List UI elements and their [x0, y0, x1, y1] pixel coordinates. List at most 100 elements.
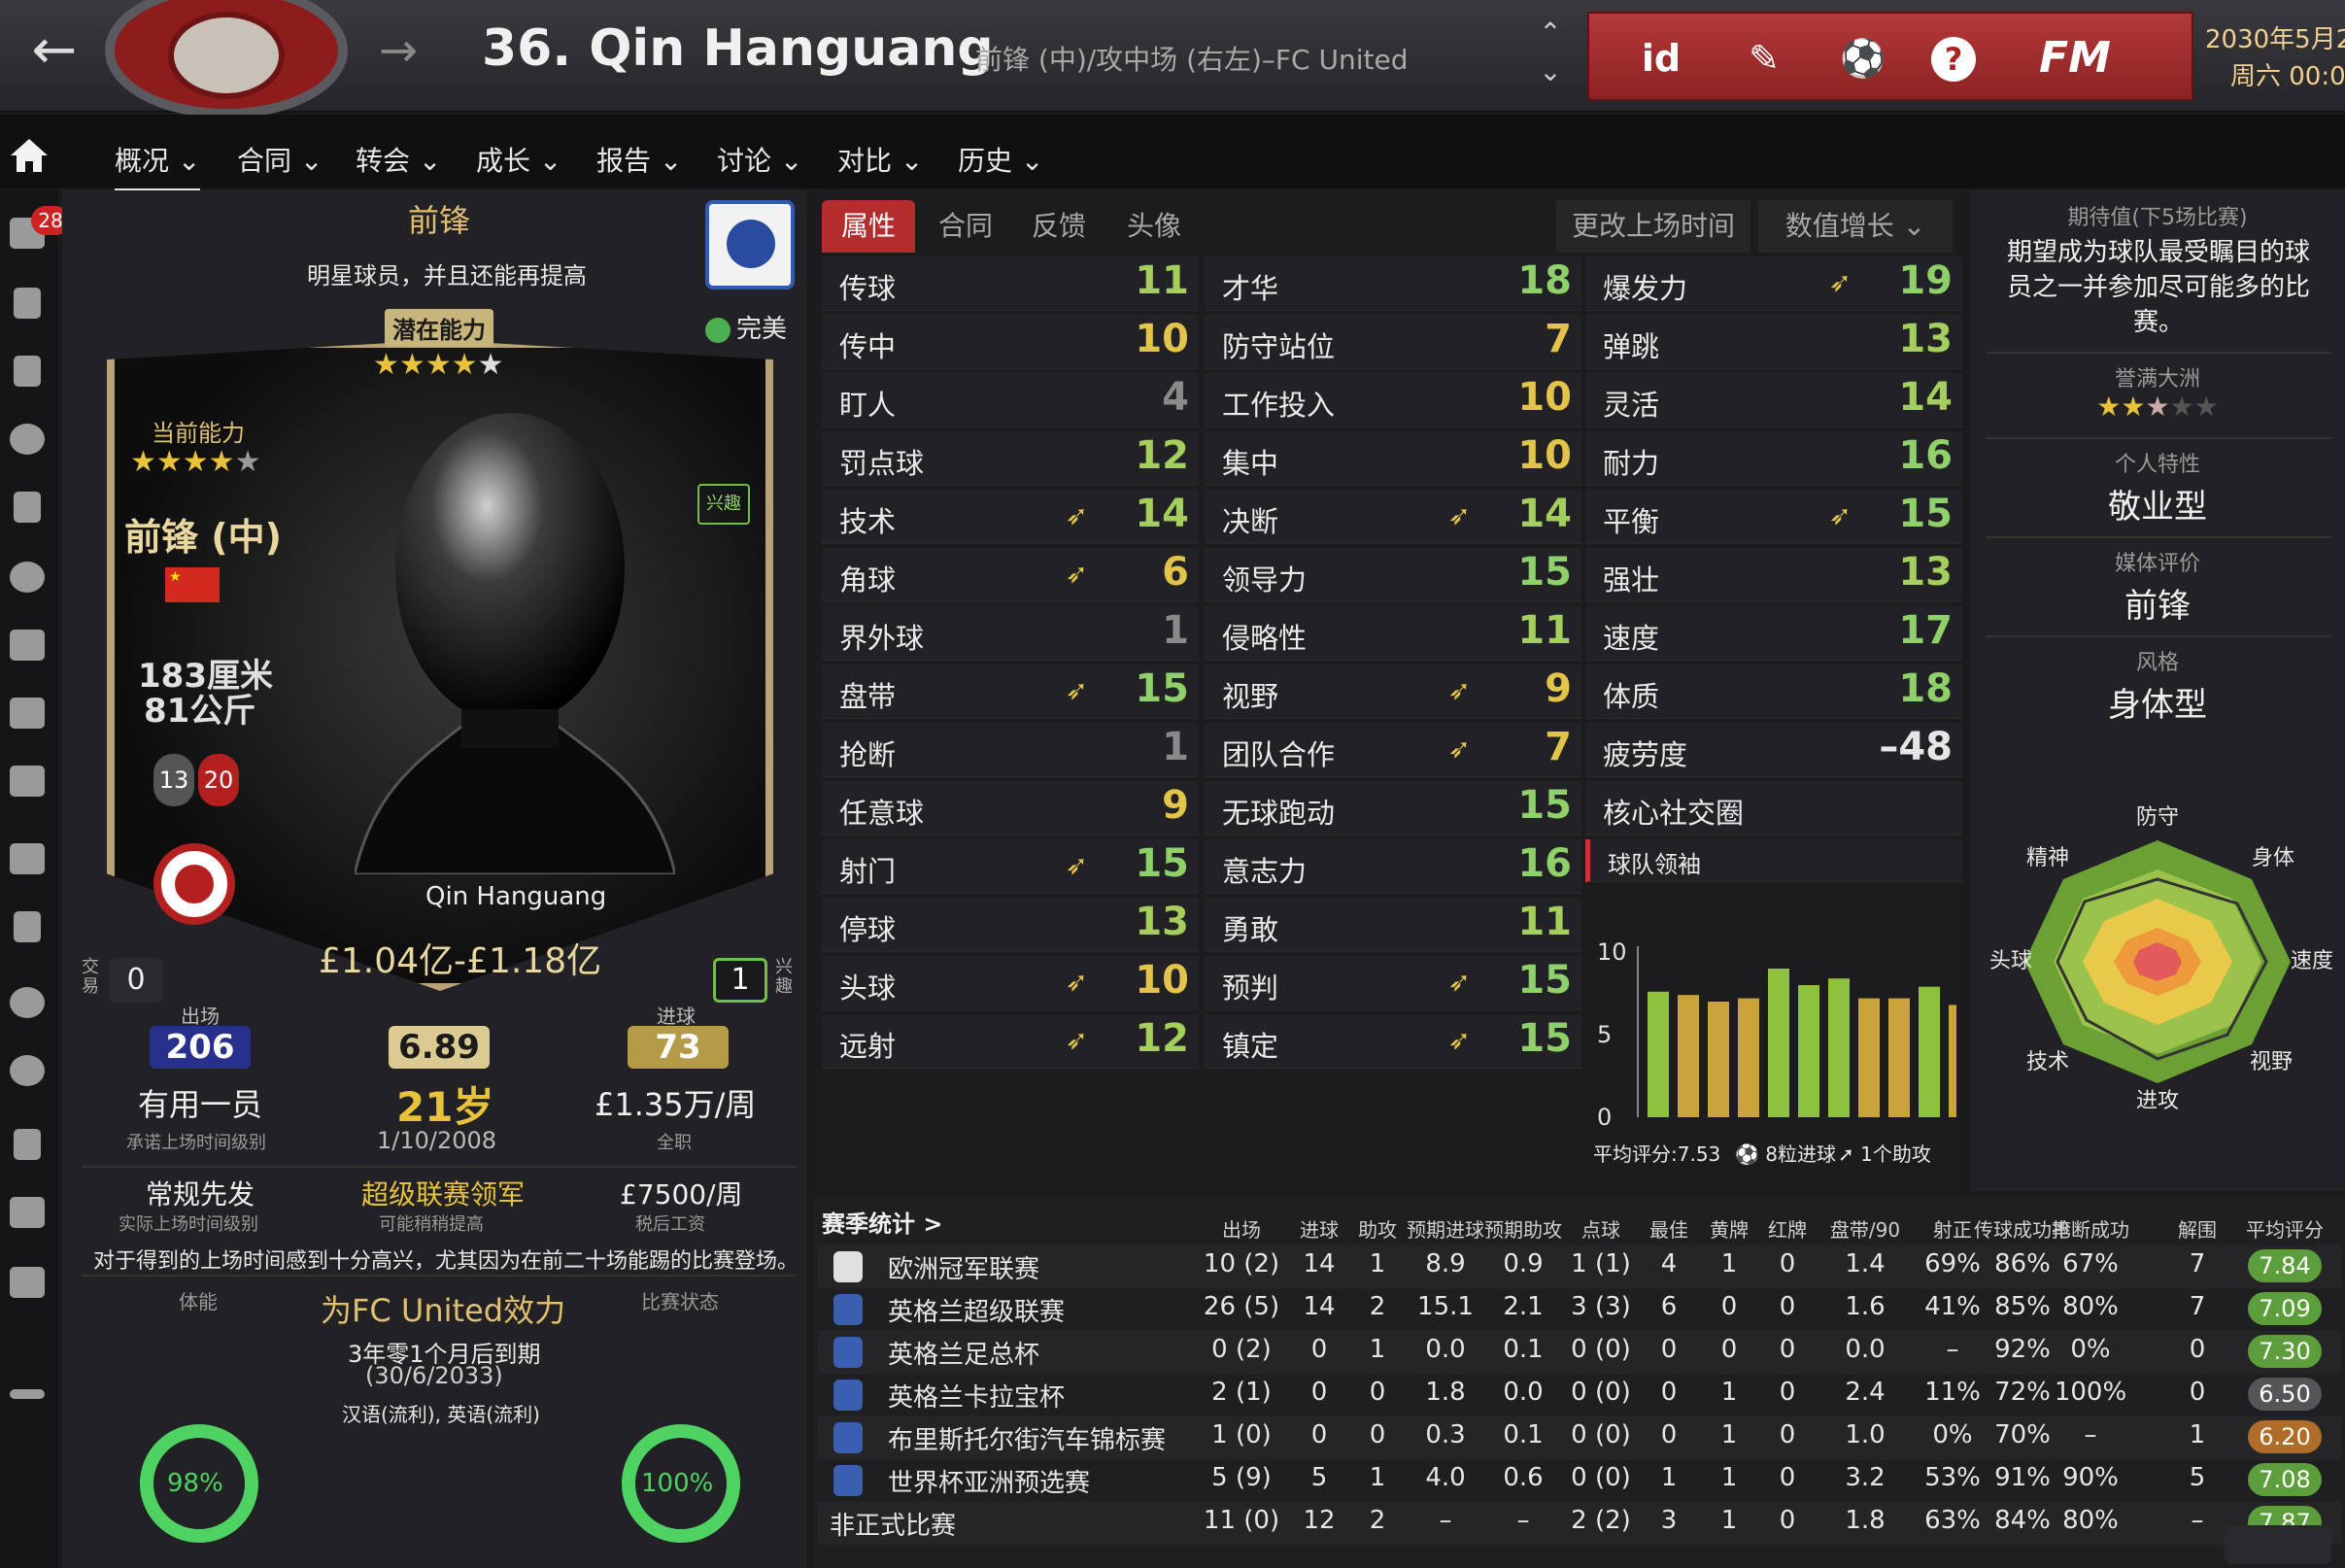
attribute-row[interactable]: 远射 12 ➶ [822, 1014, 1199, 1069]
tab-reports[interactable]: 报告 ⌄ [596, 140, 682, 179]
whistle-icon[interactable]: ⚽ [1834, 29, 1892, 87]
attribute-row[interactable]: 侵略性 11 [1205, 606, 1581, 661]
attribute-row[interactable]: 灵活 14 [1585, 373, 1962, 427]
attribute-row[interactable]: 罚点球 12 [822, 431, 1199, 486]
attribute-row[interactable]: 技术 14 ➶ [822, 490, 1199, 544]
player-subtitle[interactable]: 前锋 (中)/攻中场 (右左)–FC United [975, 39, 1409, 78]
trophy-icon[interactable] [14, 911, 41, 942]
table-row[interactable]: 世界杯亚洲预选赛 5 (9) 5 1 4.0 0.6 0 (0) 1 1 0 3.2 53% 91% 90… [818, 1459, 2341, 1502]
chevron-down-icon[interactable]: ⌄ [1531, 52, 1570, 91]
table-row[interactable]: 布里斯托尔街汽车锦标赛 1 (0) 0 0 0.3 0.1 0 (0) 0 1 0 1.0 0% 70%… [818, 1416, 2341, 1459]
attribute-row[interactable]: 意志力 16 [1205, 839, 1581, 894]
trait-item[interactable]: 球队领袖 [1585, 839, 1962, 882]
tab-contract-sub[interactable]: 合同 [919, 200, 1012, 253]
tab-feedback[interactable]: 反馈 [1012, 200, 1105, 253]
attribute-row[interactable]: 无球跑动 15 [1205, 781, 1581, 835]
attribute-name: 集中 [1222, 447, 1279, 480]
attribute-row[interactable]: 勇敢 11 [1205, 898, 1581, 952]
squad-icon[interactable] [14, 288, 41, 319]
tab-attributes[interactable]: 属性 [822, 200, 915, 253]
search-icon[interactable] [10, 987, 45, 1018]
apps-value: 206 [150, 1026, 251, 1069]
growth-dropdown[interactable]: 数值增长 ⌄ [1758, 200, 1953, 253]
attribute-row[interactable]: 集中 10 [1205, 431, 1581, 486]
attribute-row[interactable]: 预判 15 ➶ [1205, 956, 1581, 1010]
trend-icon[interactable] [10, 1389, 45, 1399]
club-badge-icon[interactable] [705, 200, 795, 290]
attribute-row[interactable]: 射门 15 ➶ [822, 839, 1199, 894]
tab-transfer[interactable]: 转会 ⌄ [356, 140, 441, 179]
medical-icon[interactable] [10, 766, 45, 797]
help-icon[interactable]: ? [1931, 37, 1976, 82]
clipboard-icon[interactable] [14, 356, 41, 387]
attribute-row[interactable]: 盯人 4 [822, 373, 1199, 427]
table-row[interactable]: 英格兰超级联赛 26 (5) 14 2 15.1 2.1 3 (3) 6 0 0 1.6 41% 85%… [818, 1288, 2341, 1331]
attribute-row[interactable]: 镇定 15 ➶ [1205, 1014, 1581, 1069]
chevron-up-icon[interactable]: ⌃ [1531, 14, 1570, 52]
attribute-row[interactable]: 防守站位 7 [1205, 315, 1581, 369]
attribute-row[interactable]: 界外球 1 [822, 606, 1199, 661]
staff-icon[interactable] [10, 630, 45, 661]
player-scroll-arrows[interactable]: ⌃ ⌄ [1531, 14, 1570, 91]
game-time[interactable]: 周六 00:00 [2230, 56, 2345, 92]
attribute-row[interactable]: 才华 18 [1205, 256, 1581, 311]
attribute-row[interactable]: 角球 6 ➶ [822, 548, 1199, 602]
tab-portrait[interactable]: 头像 [1107, 200, 1201, 253]
tab-compare[interactable]: 对比 ⌄ [837, 140, 923, 179]
attribute-row[interactable]: 疲劳度 –48 [1585, 723, 1962, 777]
attribute-row[interactable]: 弹跳 13 [1585, 315, 1962, 369]
interest-tag[interactable]: 兴趣 [697, 484, 750, 525]
home-icon[interactable] [8, 136, 51, 175]
id-card-icon[interactable]: id [1632, 29, 1690, 87]
tab-history[interactable]: 历史 ⌄ [958, 140, 1043, 179]
attribute-row[interactable]: 耐力 16 [1585, 431, 1962, 486]
transfer-icon[interactable] [10, 424, 45, 455]
attribute-row[interactable]: 爆发力 19 ➶ [1585, 256, 1962, 311]
forward-arrow-icon[interactable]: → [369, 21, 427, 84]
attribute-row[interactable]: 视野 9 ➶ [1205, 665, 1581, 719]
tab-contract[interactable]: 合同 ⌄ [237, 140, 323, 179]
attribute-row[interactable]: 传球 11 [822, 256, 1199, 311]
change-playtime-button[interactable]: 更改上场时间 [1556, 200, 1750, 253]
club-crest-small-icon[interactable] [153, 843, 235, 925]
attribute-row[interactable]: 领导力 15 [1205, 548, 1581, 602]
refresh-icon[interactable] [10, 1055, 45, 1086]
game-date[interactable]: 2030年5月25 [2205, 19, 2345, 55]
attribute-row[interactable]: 头球 10 ➶ [822, 956, 1199, 1010]
stats-column-header[interactable]: 平均评分 [2226, 1214, 2343, 1243]
stats-column-header[interactable]: 抢断成功 [2032, 1214, 2149, 1243]
training-icon[interactable] [10, 698, 45, 729]
table-row[interactable]: 英格兰足总杯 0 (2) 0 1 0.0 0.1 0 (0) 0 0 0 0.0–92% 0% 0 7.3… [818, 1331, 2341, 1374]
ball-icon[interactable] [10, 562, 45, 593]
tab-discuss[interactable]: 讨论 ⌄ [717, 140, 802, 179]
calendar-icon[interactable] [10, 843, 45, 874]
table-row[interactable]: 欧洲冠军联赛 10 (2) 14 1 8.9 0.9 1 (1) 4 1 0 1.4 69% 86% 67… [818, 1245, 2341, 1288]
attribute-row[interactable]: 停球 13 [822, 898, 1199, 952]
briefcase-icon[interactable] [10, 1197, 45, 1228]
table-row[interactable]: 非正式比赛 11 (0) 12 2– –2 (2) 3 1 0 1.8 63% 84% 80% –7.8… [818, 1502, 2341, 1545]
table-row[interactable]: 英格兰卡拉宝杯 2 (1) 0 0 1.8 0.0 0 (0) 0 1 0 2.4 11% 72% 100… [818, 1374, 2341, 1416]
divider [1986, 635, 2331, 637]
attribute-row[interactable]: 任意球 9 [822, 781, 1199, 835]
attribute-row[interactable]: 强壮 13 [1585, 548, 1962, 602]
money-icon[interactable] [10, 1267, 45, 1298]
attribute-row[interactable]: 决断 14 ➶ [1205, 490, 1581, 544]
attribute-row[interactable]: 速度 17 [1585, 606, 1962, 661]
fm-logo[interactable]: FM [2017, 29, 2133, 87]
attribute-row[interactable]: 平衡 15 ➶ [1585, 490, 1962, 544]
growth-arrow-icon: ➶ [1828, 266, 1852, 298]
stats-icon[interactable] [14, 492, 41, 523]
attribute-row[interactable]: 抢断 1 [822, 723, 1199, 777]
tab-development[interactable]: 成长 ⌄ [476, 140, 561, 179]
back-arrow-icon[interactable]: ← [23, 21, 85, 84]
season-stats-link[interactable]: 赛季统计 > [822, 1205, 942, 1239]
tab-overview[interactable]: 概况 ⌄ [115, 140, 201, 192]
attribute-row[interactable]: 体质 18 [1585, 665, 1962, 719]
shield-icon[interactable] [14, 1129, 41, 1160]
pencil-icon[interactable]: ✎ [1735, 29, 1793, 87]
attribute-row[interactable]: 工作投入 10 [1205, 373, 1581, 427]
chart-bar [1828, 978, 1850, 1117]
attribute-row[interactable]: 传中 10 [822, 315, 1199, 369]
attribute-row[interactable]: 团队合作 7 ➶ [1205, 723, 1581, 777]
attribute-row[interactable]: 盘带 15 ➶ [822, 665, 1199, 719]
